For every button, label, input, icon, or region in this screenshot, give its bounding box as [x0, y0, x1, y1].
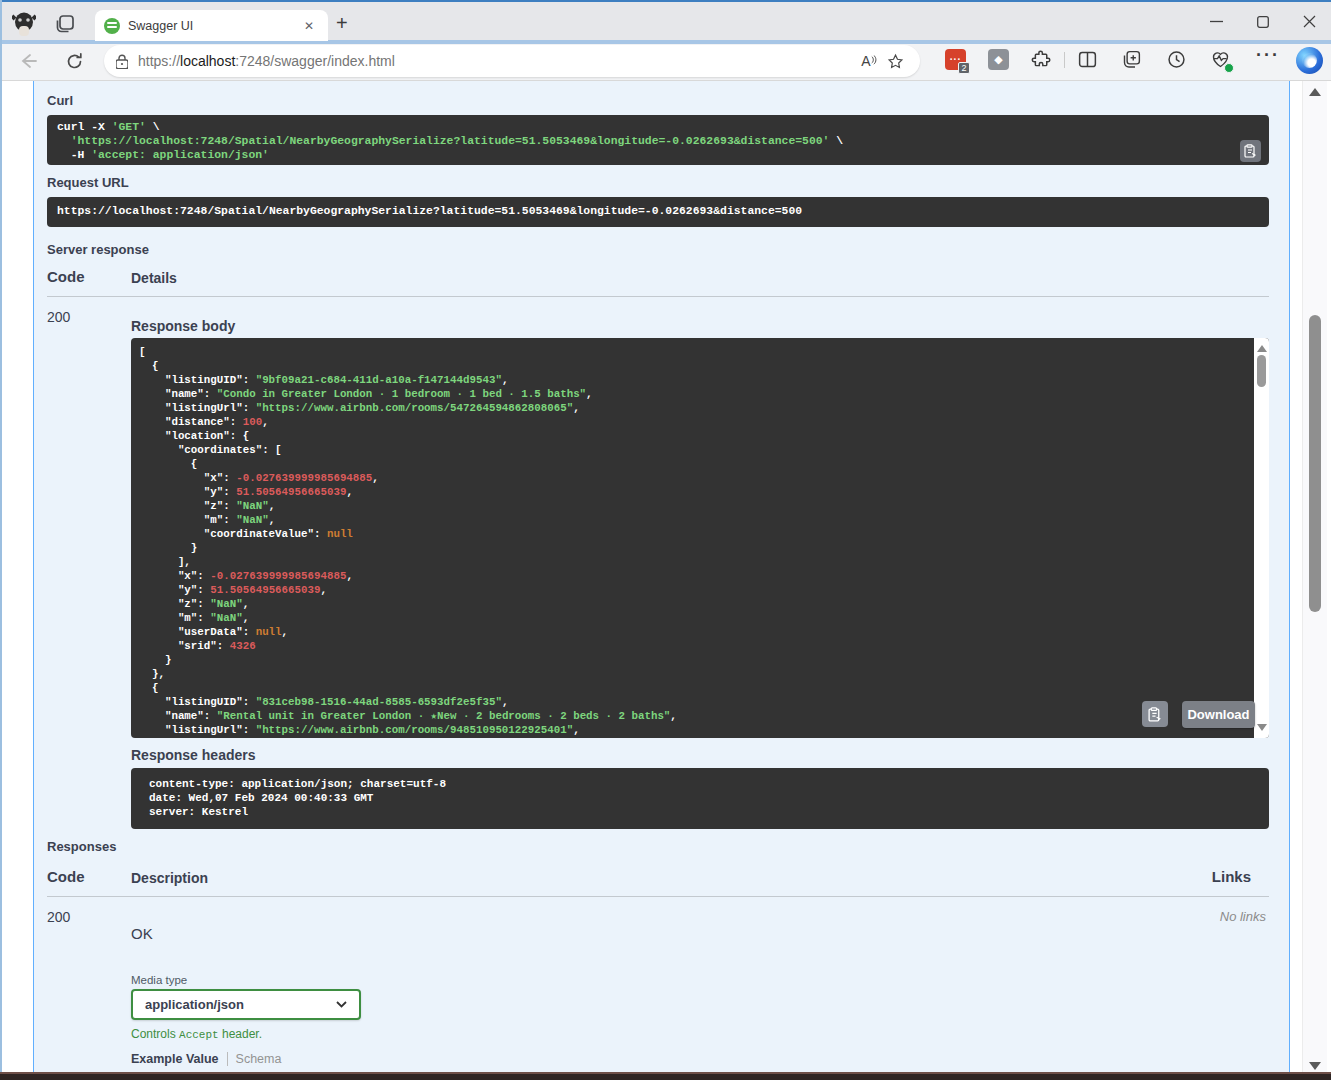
address-bar[interactable]: https://localhost:7248/swagger/index.htm…	[104, 45, 920, 77]
history-icon[interactable]	[1166, 49, 1188, 71]
responses-links-cell: No links	[1220, 909, 1266, 924]
browser-titlebar: Swagger UI ✕ +	[0, 0, 1331, 40]
window-minimize-button[interactable]	[1193, 3, 1239, 40]
collections-icon[interactable]	[1121, 49, 1143, 71]
copy-curl-button[interactable]	[1240, 140, 1261, 162]
read-aloud-icon[interactable]: A	[856, 48, 882, 74]
curl-label: Curl	[47, 93, 73, 108]
tab-title: Swagger UI	[128, 19, 299, 33]
window-frame-left	[0, 0, 2, 1072]
favorites-star-icon[interactable]	[882, 48, 908, 74]
browser-essentials-icon[interactable]	[1209, 49, 1231, 71]
response-body-json: [ { "listingUID": "9bf09a21-c684-411d-a1…	[139, 345, 1269, 737]
url-text: https://localhost:7248/swagger/index.htm…	[138, 53, 856, 69]
refresh-button[interactable]	[61, 48, 87, 74]
server-details-header: Details	[131, 270, 177, 286]
curl-code: curl -X 'GET' \ 'https://localhost:7248/…	[57, 120, 1259, 162]
main-scroll-up-icon[interactable]	[1309, 88, 1321, 96]
bottom-edge-strip	[0, 1072, 1331, 1080]
media-type-hint: Controls Accept header.	[131, 1027, 262, 1041]
tab-close-icon[interactable]: ✕	[299, 17, 319, 35]
scroll-up-arrow-icon[interactable]	[1257, 345, 1267, 352]
swagger-favicon	[104, 18, 120, 34]
response-body-container: [ { "listingUID": "9bf09a21-c684-411d-a1…	[131, 338, 1269, 738]
response-headers-block: content-type: application/json; charset=…	[131, 768, 1269, 829]
media-type-select[interactable]: application/json	[131, 989, 361, 1020]
copy-response-button[interactable]	[1142, 701, 1168, 727]
back-button[interactable]	[16, 48, 42, 74]
response-body-label: Response body	[131, 318, 235, 334]
responses-code-header: Code	[47, 868, 85, 885]
extension-badge: 2	[958, 62, 970, 74]
window-frame-top	[0, 0, 1331, 2]
settings-more-icon[interactable]: ···	[1256, 45, 1278, 67]
extension-red-icon[interactable]: ... 2	[945, 49, 967, 71]
server-code-header: Code	[47, 268, 85, 285]
extension-gray-icon[interactable]: ◆	[988, 49, 1010, 71]
request-url-label: Request URL	[47, 175, 129, 190]
response-body-block[interactable]: [ { "listingUID": "9bf09a21-c684-411d-a1…	[131, 338, 1269, 738]
main-scroll-thumb[interactable]	[1309, 315, 1321, 612]
server-table-divider	[47, 296, 1269, 297]
server-response-code: 200	[47, 309, 70, 325]
media-type-value: application/json	[145, 997, 336, 1012]
curl-command-block: curl -X 'GET' \ 'https://localhost:7248/…	[47, 115, 1269, 165]
server-response-label: Server response	[47, 242, 149, 257]
get-operation-block: Curl curl -X 'GET' \ 'https://localhost:…	[33, 81, 1290, 1072]
tab-workspaces-icon[interactable]	[52, 11, 78, 37]
example-schema-tabs: Example Value Schema	[131, 1052, 281, 1066]
tab-schema[interactable]: Schema	[236, 1052, 282, 1066]
response-body-scrollbar[interactable]	[1254, 338, 1269, 738]
browser-logo-icon[interactable]	[11, 11, 37, 37]
extensions-puzzle-icon[interactable]	[1031, 49, 1053, 71]
request-url-value: https://localhost:7248/Spatial/NearbyGeo…	[57, 204, 1259, 218]
lock-icon	[116, 54, 128, 69]
window-close-button[interactable]	[1286, 3, 1331, 40]
media-type-label: Media type	[131, 974, 187, 986]
swagger-page: Curl curl -X 'GET' \ 'https://localhost:…	[0, 81, 1331, 1080]
chevron-down-icon	[336, 1001, 347, 1008]
scroll-down-arrow-icon[interactable]	[1257, 724, 1267, 731]
request-url-block: https://localhost:7248/Spatial/NearbyGeo…	[47, 197, 1269, 227]
main-scroll-down-icon[interactable]	[1309, 1062, 1321, 1070]
responses-label: Responses	[47, 839, 116, 854]
response-scroll-thumb[interactable]	[1257, 355, 1266, 387]
response-headers-label: Response headers	[131, 747, 256, 763]
tabs-divider	[227, 1052, 228, 1066]
responses-description-cell: OK	[131, 925, 153, 942]
responses-table-divider	[47, 896, 1269, 897]
main-scrollbar[interactable]	[1302, 81, 1327, 1080]
window-maximize-button[interactable]	[1240, 3, 1286, 40]
responses-code-cell: 200	[47, 909, 70, 925]
split-screen-icon[interactable]	[1077, 49, 1099, 71]
new-tab-button[interactable]: +	[336, 12, 348, 35]
tab-example-value[interactable]: Example Value	[131, 1052, 219, 1066]
responses-description-header: Description	[131, 870, 208, 886]
responses-links-header: Links	[1212, 868, 1251, 885]
download-button[interactable]: Download	[1182, 701, 1255, 728]
copilot-icon[interactable]	[1296, 47, 1323, 74]
toolbar-separator	[1064, 52, 1065, 68]
browser-tab-swagger-ui[interactable]: Swagger UI ✕	[95, 10, 328, 41]
